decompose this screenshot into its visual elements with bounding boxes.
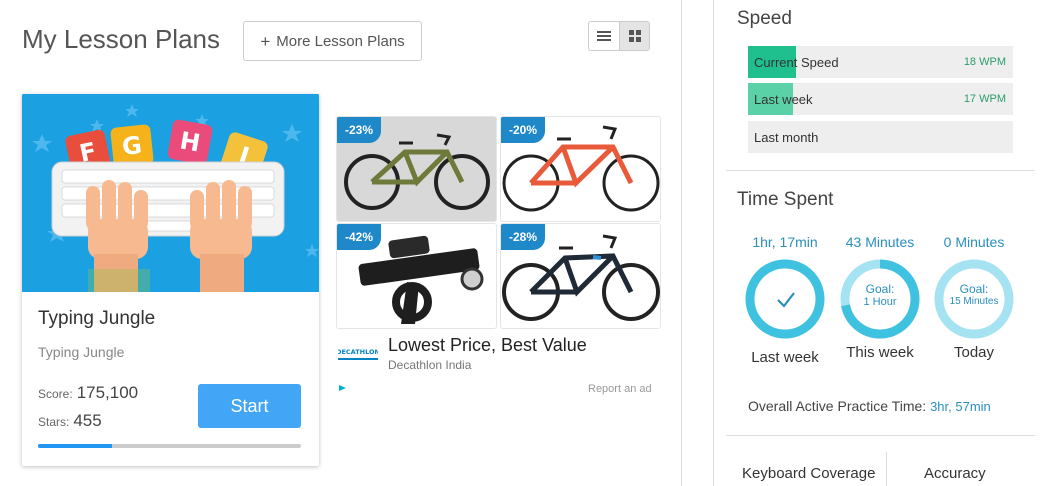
- letter-tile-g: G: [121, 131, 144, 161]
- lesson-name: Typing Jungle: [38, 308, 156, 329]
- ad-tile[interactable]: -23%: [336, 116, 497, 222]
- speed-row-value: 17 WPM: [963, 93, 1006, 105]
- lesson-progress-bar: [38, 444, 301, 448]
- lesson-progress-fill: [38, 444, 112, 448]
- divider: [726, 435, 1035, 436]
- lesson-subtitle: Typing Jungle: [38, 344, 125, 360]
- ad-image-grid: -23% -20% -42% -28%: [336, 116, 662, 330]
- more-lesson-plans-button[interactable]: + More Lesson Plans: [243, 21, 422, 61]
- stars-value: 455: [73, 411, 102, 430]
- svg-text:DECATHLON: DECATHLON: [338, 348, 378, 356]
- more-lesson-plans-label: More Lesson Plans: [276, 32, 405, 50]
- ad-tile[interactable]: -20%: [500, 116, 661, 222]
- ad-headline[interactable]: Lowest Price, Best Value: [388, 335, 587, 356]
- goal-label: Goal:: [959, 282, 989, 296]
- discount-badge: -20%: [501, 117, 546, 143]
- view-toggle: [588, 21, 650, 51]
- app: My Lesson Plans + More Lesson Plans F G …: [0, 0, 1045, 486]
- goal-label: Goal:: [865, 282, 895, 296]
- time-spent-title: Time Spent: [737, 189, 834, 210]
- speed-row-label: Last week: [754, 92, 813, 107]
- score-label: Score:: [38, 387, 73, 401]
- ad-tile[interactable]: -42%: [336, 223, 497, 329]
- score-value: 175,100: [76, 383, 139, 402]
- time-spent-value: 1hr, 17min: [752, 234, 818, 250]
- decathlon-logo: DECATHLON: [338, 344, 378, 360]
- discount-badge: -42%: [337, 224, 382, 250]
- tab-keyboard-coverage[interactable]: Keyboard Coverage: [742, 465, 875, 482]
- time-spent-this-week: 43 Minutes Goal: 1 Hour This week: [835, 234, 925, 361]
- checkmark-icon: [777, 292, 795, 308]
- stars: Stars: 455: [38, 411, 102, 431]
- time-spent-period: Last week: [751, 349, 819, 366]
- time-spent-value: 43 Minutes: [845, 234, 915, 250]
- advertisement[interactable]: -23% -20% -42% -28% DECATHLON Lowest Pri…: [336, 116, 664, 396]
- goal-value: 15 Minutes: [949, 296, 999, 307]
- page-title: My Lesson Plans: [22, 24, 220, 54]
- time-spent-last-week: 1hr, 17min Last week: [740, 234, 830, 366]
- overall-label: Overall Active Practice Time:: [748, 398, 927, 414]
- speed-row-last-week: Last week 17 WPM: [748, 83, 1013, 115]
- tab-divider: [886, 452, 887, 486]
- score: Score: 175,100: [38, 383, 138, 403]
- time-spent-period: This week: [846, 344, 914, 361]
- plus-icon: +: [260, 31, 271, 51]
- speed-row-value: 18 WPM: [963, 56, 1006, 68]
- ad-choices-icon[interactable]: [338, 383, 348, 393]
- grid-view-button[interactable]: [619, 22, 649, 50]
- lesson-plans-pane: My Lesson Plans + More Lesson Plans F G …: [0, 0, 682, 486]
- ad-advertiser: Decathlon India: [388, 358, 472, 372]
- speed-row-last-month: Last month: [748, 121, 1013, 153]
- discount-badge: -28%: [501, 224, 546, 250]
- speed-row-label: Current Speed: [754, 55, 839, 70]
- report-ad-link[interactable]: Report an ad: [588, 383, 652, 395]
- goal-value: 1 Hour: [863, 296, 897, 308]
- stars-label: Stars:: [38, 415, 70, 429]
- speed-row-current: Current Speed 18 WPM: [748, 46, 1013, 78]
- list-icon: [597, 31, 611, 41]
- grid-icon: [628, 30, 641, 42]
- time-spent-today: 0 Minutes Goal: 15 Minutes Today: [929, 234, 1019, 361]
- speed-title: Speed: [737, 8, 792, 29]
- start-button[interactable]: Start: [198, 384, 301, 428]
- lesson-card[interactable]: F G H J Typing Jungle Typing Jungle Scor…: [22, 94, 319, 466]
- list-view-button[interactable]: [589, 22, 619, 50]
- stats-pane: Speed Current Speed 18 WPM Last week 17 …: [713, 0, 1045, 486]
- ad-tile[interactable]: -28%: [500, 223, 661, 329]
- speed-row-label: Last month: [754, 130, 819, 145]
- tab-accuracy[interactable]: Accuracy: [924, 465, 986, 482]
- time-spent-period: Today: [953, 344, 995, 361]
- discount-badge: -23%: [337, 117, 382, 143]
- time-spent-value: 0 Minutes: [943, 234, 1005, 250]
- divider: [726, 170, 1035, 171]
- keyboard-illustration: F G H J: [22, 94, 319, 292]
- goal-ring: [745, 259, 825, 339]
- overall-practice-time: Overall Active Practice Time: 3hr, 57min: [748, 398, 991, 414]
- lesson-thumbnail: F G H J: [22, 94, 319, 292]
- overall-value: 3hr, 57min: [930, 399, 991, 414]
